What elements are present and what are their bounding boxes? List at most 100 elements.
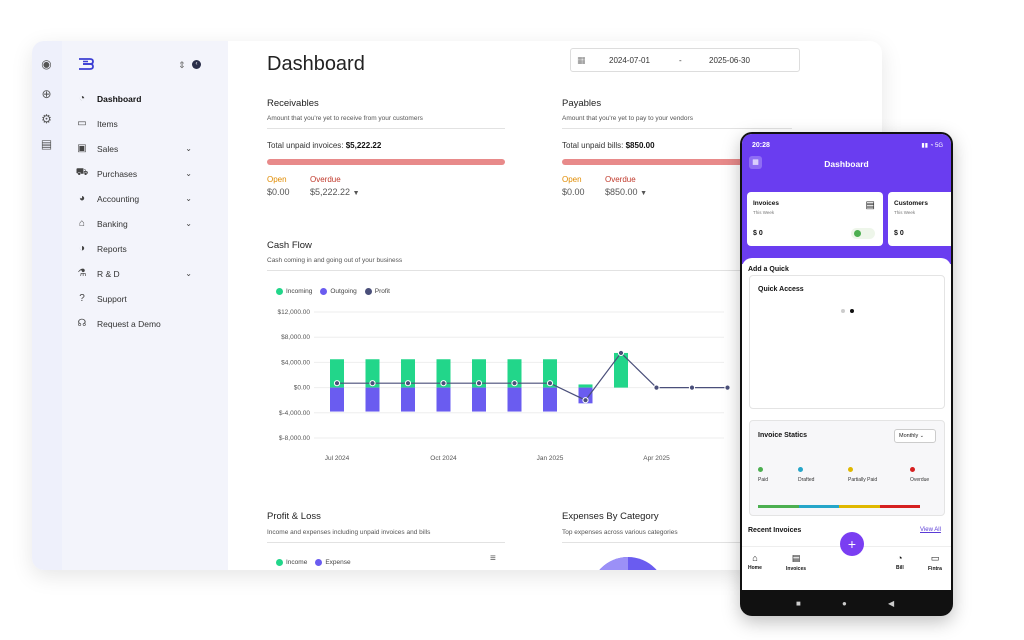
help-icon: ? bbox=[79, 293, 85, 304]
divider bbox=[267, 128, 505, 129]
invoice-statics-title: Invoice Statics bbox=[758, 432, 808, 439]
date-range-picker[interactable]: ▦ 2024-07-01 - 2025-06-30 bbox=[570, 48, 800, 72]
profit-loss-title: Profit & Loss bbox=[267, 511, 321, 522]
y-tick-label: $-8,000.00 bbox=[279, 435, 310, 442]
sidebar-item-r-d[interactable]: ⚗ R & D ⌄ bbox=[76, 261, 192, 286]
receivables-overdue-value[interactable]: $5,222.22 ▼ bbox=[310, 187, 360, 197]
chevron-down-icon: ⌄ bbox=[185, 269, 192, 278]
card-subtitle: This Week bbox=[894, 210, 916, 215]
sidebar-item-support[interactable]: ? Support bbox=[76, 286, 192, 311]
file-icon: ▤ bbox=[791, 553, 801, 563]
gear-icon[interactable]: ⚙ bbox=[40, 113, 53, 126]
quick-access-box: Quick Access bbox=[749, 275, 945, 409]
carousel-dot-active[interactable] bbox=[850, 309, 854, 313]
brand-logo bbox=[79, 58, 94, 70]
pin-icon[interactable]: ‹ bbox=[192, 60, 201, 69]
sidebar-item-label: Sales bbox=[97, 143, 119, 154]
date-end[interactable]: 2025-06-30 bbox=[709, 56, 750, 65]
x-tick-label: Oct 2024 bbox=[430, 455, 457, 462]
legend-entry[interactable]: Income bbox=[276, 559, 307, 566]
nav-bill[interactable]: ◔ Bill bbox=[896, 553, 904, 571]
chart-menu-icon[interactable]: ≡ bbox=[490, 553, 496, 564]
period-select[interactable]: Monthly ⌄ bbox=[894, 429, 936, 443]
home-circle-icon[interactable]: ● bbox=[842, 599, 847, 608]
date-start[interactable]: 2024-07-01 bbox=[609, 56, 650, 65]
bank-icon: ⌂ bbox=[78, 218, 86, 229]
invoices-card[interactable]: Invoices This Week $ 0 ▤ bbox=[747, 192, 883, 246]
y-tick-label: $4,000.00 bbox=[281, 359, 310, 366]
pie-icon: ◕ bbox=[78, 193, 86, 204]
recent-invoices-heading: Recent Invoices bbox=[748, 527, 802, 534]
bar-incoming bbox=[578, 384, 593, 388]
bar-outgoing bbox=[330, 387, 344, 412]
status-item: Drafted bbox=[798, 467, 814, 483]
bar-outgoing bbox=[436, 387, 451, 412]
report-icon: ◑ bbox=[78, 243, 86, 254]
status-item: Paid bbox=[758, 467, 768, 483]
card-value: $ 0 bbox=[753, 230, 763, 237]
legend-entry[interactable]: Profit bbox=[364, 288, 390, 295]
payables-total-label: Total unpaid bills: bbox=[562, 141, 624, 150]
sidebar-item-sales[interactable]: ▣ Sales ⌄ bbox=[76, 136, 192, 161]
system-nav-bar: ■ ● ◀ bbox=[740, 590, 953, 616]
add-fab-button[interactable]: + bbox=[840, 532, 864, 556]
profit-point bbox=[404, 380, 412, 387]
legend-label: Profit bbox=[374, 288, 390, 295]
cashflow-chart: $12,000.00 $8,000.00 $4,000.00 $0.00 $-4,000… bbox=[277, 309, 731, 462]
nav-home[interactable]: ⌂ Home bbox=[748, 553, 762, 571]
status-bar-segment bbox=[758, 505, 799, 508]
chevron-down-icon: ⌄ bbox=[185, 219, 192, 228]
add-icon[interactable]: ⊕ bbox=[40, 88, 53, 101]
carousel-dot[interactable] bbox=[841, 309, 845, 313]
nav-label: Invoices bbox=[786, 566, 807, 572]
chevron-down-icon: ⌄ bbox=[185, 144, 192, 153]
calendar-icon: ▦ bbox=[577, 55, 586, 65]
sidebar-item-banking[interactable]: ⌂ Banking ⌄ bbox=[76, 211, 192, 236]
status-label: Partially Paid bbox=[848, 477, 878, 483]
profit-point bbox=[511, 380, 518, 387]
sidebar-item-accounting[interactable]: ◕ Accounting ⌄ bbox=[76, 186, 192, 211]
user-icon[interactable]: ◉ bbox=[40, 58, 53, 71]
back-icon[interactable]: ◀ bbox=[888, 599, 894, 608]
payables-overdue-value[interactable]: $850.00 ▼ bbox=[605, 187, 647, 197]
status-icons: ▮▮ ◔ 5G bbox=[921, 143, 943, 149]
legend-entry[interactable]: Incoming bbox=[276, 288, 312, 295]
sidebar-item-reports[interactable]: ◑ Reports bbox=[76, 236, 192, 261]
collapse-toggle-icon[interactable]: ⇕ bbox=[178, 60, 186, 71]
nav-fintra[interactable]: ▭ Fintra bbox=[928, 553, 942, 572]
legend-swatch bbox=[364, 288, 372, 295]
nav-invoices[interactable]: ▤ Invoices bbox=[786, 553, 806, 572]
sidebar-item-purchases[interactable]: ⛟ Purchases ⌄ bbox=[76, 161, 192, 186]
status-bar-segment bbox=[798, 505, 839, 508]
sidebar-item-items[interactable]: ▭ Items bbox=[76, 111, 192, 136]
profit-point bbox=[688, 384, 696, 391]
receivables-subtitle: Amount that you're yet to receive from y… bbox=[267, 115, 423, 122]
view-all-link[interactable]: View All bbox=[920, 527, 941, 533]
receivables-title: Receivables bbox=[267, 98, 319, 109]
pie-slice bbox=[599, 557, 628, 570]
green-dot-icon bbox=[854, 230, 861, 237]
caret-down-icon: ▼ bbox=[352, 190, 360, 197]
sidebar-item-request-a-demo[interactable]: ☊ Request a Demo bbox=[76, 311, 192, 336]
period-value: Monthly bbox=[899, 433, 919, 439]
chart-icon: ◔ bbox=[897, 553, 903, 563]
legend-entry[interactable]: Expense bbox=[315, 559, 351, 566]
expenses-title: Expenses By Category bbox=[562, 511, 659, 522]
legend-swatch bbox=[320, 288, 328, 295]
legend-entry[interactable]: Outgoing bbox=[320, 288, 357, 295]
customers-card[interactable]: Customers This Week $ 0 bbox=[888, 192, 951, 246]
caret-down-icon: ▼ bbox=[640, 190, 647, 197]
recents-icon[interactable]: ■ bbox=[796, 599, 801, 608]
legend-label: Incoming bbox=[286, 288, 313, 295]
sidebar-item-dashboard[interactable]: ◔ Dashboard bbox=[76, 86, 192, 111]
sidebar-item-label: Items bbox=[97, 118, 118, 129]
payables-overdue-label: Overdue bbox=[605, 175, 636, 184]
y-tick-label: $8,000.00 bbox=[281, 334, 310, 341]
add-quick-heading: Add a Quick bbox=[748, 266, 789, 273]
document-icon[interactable]: ▤ bbox=[40, 138, 53, 151]
profit-point bbox=[369, 380, 376, 387]
icon-rail: ◉ ⊕ ⚙ ▤ bbox=[32, 41, 62, 570]
phone-device: 20:28 ▮▮ ◔ 5G ▦ Dashboard Invoices This … bbox=[740, 132, 953, 616]
receivables-open-label: Open bbox=[267, 175, 287, 184]
y-tick-label: $12,000.00 bbox=[277, 309, 310, 316]
